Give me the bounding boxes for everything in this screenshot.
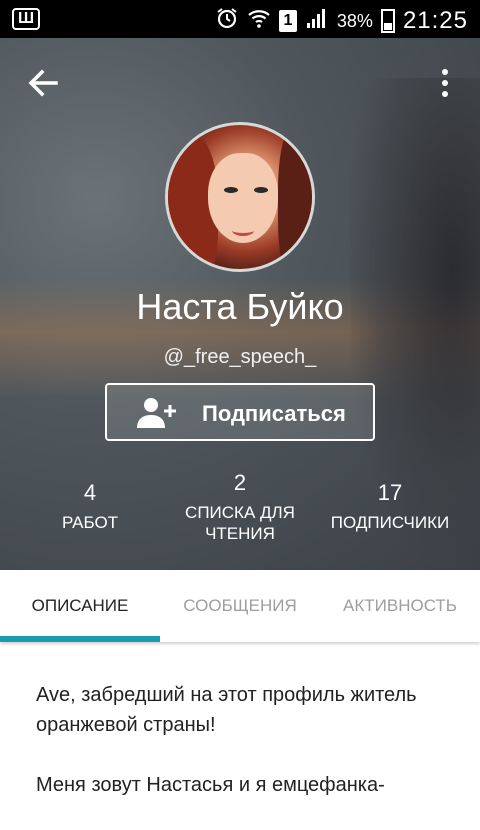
back-arrow-icon[interactable] [26,66,60,100]
more-options-icon[interactable] [440,66,450,100]
alarm-icon [215,6,239,36]
avatar[interactable] [165,122,315,272]
stat-label: РАБОТ [61,513,119,532]
stat-value: 17 [377,480,403,505]
stat-followers[interactable]: 17 ПОДПИСЧИКИ [320,480,460,533]
wifi-icon [247,6,271,36]
signal-icon [305,6,329,36]
profile-header: Наста Буйко @_free_speech_ Подписаться 4… [0,38,480,570]
description-text: Ave, забредший на этот профиль житель ор… [36,680,456,830]
battery-percent: 38% [336,10,373,31]
add-person-icon [137,396,177,430]
tab-activity[interactable]: АКТИВНОСТЬ [320,570,480,642]
description-paragraph: Меня зовут Настасья и я емцефанка- [36,774,385,796]
profile-username: @_free_speech_ [163,346,317,368]
battery-icon [380,9,395,33]
stat-value: 4 [83,480,97,505]
follow-button-label: Подписаться [202,401,346,426]
stat-value: 2 [233,470,247,495]
status-bar: Ш 1 38% 21:25 [0,0,480,38]
tab-description[interactable]: ОПИСАНИЕ [0,570,160,642]
description-paragraph: Ave, забредший на этот профиль житель ор… [36,684,417,736]
follow-button[interactable]: Подписаться [105,383,375,441]
profile-tabs: ОПИСАНИЕ СООБЩЕНИЯ АКТИВНОСТЬ [0,570,480,642]
stat-reading-lists[interactable]: 2 СПИСКА ДЛЯ ЧТЕНИЯ [170,470,310,544]
active-tab-indicator [0,636,160,642]
app-notification-icon: Ш [12,8,40,30]
profile-stats: 4 РАБОТ 2 СПИСКА ДЛЯ ЧТЕНИЯ 17 ПОДПИСЧИК… [0,470,480,570]
sim-card-icon: 1 [278,10,297,32]
profile-name: Наста Буйко [136,286,344,327]
clock: 21:25 [402,7,468,34]
stat-label: СПИСКА ДЛЯ ЧТЕНИЯ [185,503,295,543]
tab-messages[interactable]: СООБЩЕНИЯ [160,570,320,642]
stat-works[interactable]: 4 РАБОТ [40,480,140,533]
stat-label: ПОДПИСЧИКИ [330,513,450,532]
status-icons: 1 38% 21:25 [215,6,468,36]
